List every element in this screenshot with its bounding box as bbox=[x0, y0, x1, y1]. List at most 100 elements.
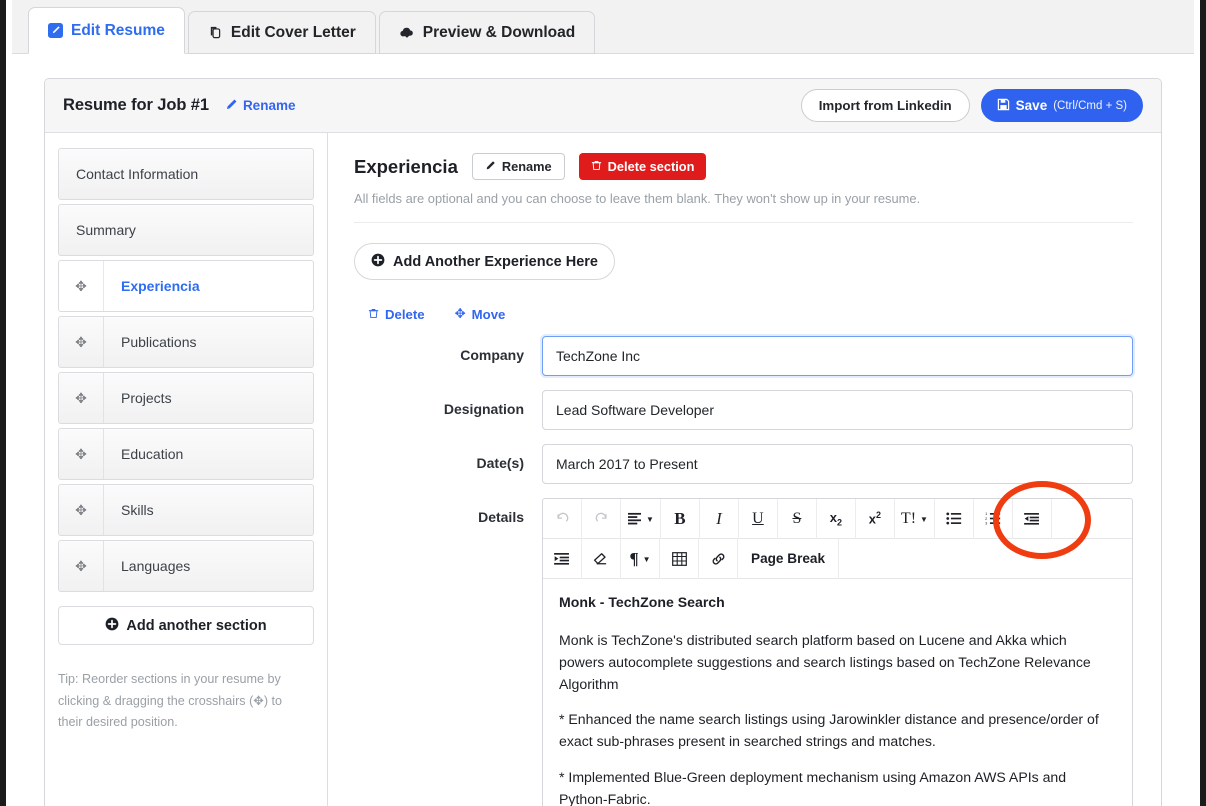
redo-button[interactable] bbox=[582, 498, 621, 539]
rename-section-button[interactable]: Rename bbox=[471, 153, 565, 180]
save-shortcut-hint: (Ctrl/Cmd + S) bbox=[1053, 99, 1127, 112]
drag-handle-icon[interactable]: ✥ bbox=[59, 429, 104, 479]
drag-handle-icon[interactable]: ✥ bbox=[59, 373, 104, 423]
chevron-down-icon: ▼ bbox=[646, 515, 654, 524]
pencil-icon bbox=[225, 98, 238, 114]
sidebar-item-education[interactable]: ✥ Education bbox=[58, 428, 314, 480]
chevron-down-icon: ▼ bbox=[920, 515, 928, 524]
drag-handle-icon[interactable]: ✥ bbox=[59, 541, 104, 591]
editor-paragraph: Monk - TechZone Search bbox=[559, 594, 725, 610]
editor-content[interactable]: Monk - TechZone Search Monk is TechZone'… bbox=[543, 579, 1132, 806]
section-editor-panel: Experiencia Rename Delete section All fi… bbox=[328, 133, 1161, 806]
insert-link-button[interactable] bbox=[699, 538, 738, 579]
drag-handle-icon[interactable]: ✥ bbox=[59, 261, 104, 311]
tab-edit-cover-letter[interactable]: Edit Cover Letter bbox=[187, 11, 376, 54]
sidebar-item-label: Contact Information bbox=[76, 166, 199, 182]
rename-resume-button[interactable]: Rename bbox=[225, 98, 296, 114]
editor-toolbar-row-1: ▼ B I U S x2 x2 T! ▼ 1 2 3 bbox=[543, 498, 1132, 539]
designation-input[interactable] bbox=[542, 390, 1133, 430]
tab-label: Edit Resume bbox=[71, 21, 165, 39]
strikethrough-button[interactable]: S bbox=[778, 498, 817, 539]
eraser-icon[interactable] bbox=[582, 538, 621, 579]
move-crosshair-icon: ✥ bbox=[454, 306, 466, 321]
editor-paragraph: Monk is TechZone's distributed search pl… bbox=[559, 631, 1091, 692]
superscript-button[interactable]: x2 bbox=[856, 498, 895, 539]
designation-label: Designation bbox=[443, 401, 524, 417]
move-entry-label: Move bbox=[471, 306, 506, 322]
sidebar-item-label: Projects bbox=[121, 390, 172, 406]
move-entry-button[interactable]: ✥ Move bbox=[455, 306, 506, 322]
header-actions: Import from Linkedin Save (Ctrl/Cmd + S) bbox=[800, 89, 1143, 122]
dates-input[interactable] bbox=[542, 444, 1133, 484]
paragraph-dropdown[interactable]: ¶ ▼ bbox=[621, 538, 660, 579]
add-another-section-button[interactable]: Add another section bbox=[58, 606, 314, 645]
sidebar-item-label: Experiencia bbox=[121, 278, 200, 294]
chevron-down-icon: ▼ bbox=[642, 555, 651, 564]
delete-section-button[interactable]: Delete section bbox=[578, 153, 707, 180]
import-from-linkedin-button[interactable]: Import from Linkedin bbox=[800, 89, 970, 122]
resume-editor-card: Resume for Job #1 Rename Import from Lin… bbox=[44, 78, 1162, 806]
save-button[interactable]: Save (Ctrl/Cmd + S) bbox=[980, 89, 1143, 122]
sidebar-item-contact-information[interactable]: Contact Information bbox=[58, 148, 314, 200]
sidebar-item-label: Skills bbox=[121, 502, 154, 518]
divider bbox=[354, 222, 1133, 223]
dates-label: Date(s) bbox=[476, 455, 524, 471]
details-label: Details bbox=[478, 509, 524, 525]
tab-strip: Edit Resume Edit Cover Letter Preview & … bbox=[12, 0, 1194, 54]
tab-list: Edit Resume Edit Cover Letter Preview & … bbox=[28, 7, 598, 54]
drag-handle-icon[interactable]: ✥ bbox=[59, 485, 104, 535]
sidebar-item-label: Education bbox=[121, 446, 184, 462]
browser-frame: Edit Resume Edit Cover Letter Preview & … bbox=[0, 0, 1206, 806]
sidebar-item-summary[interactable]: Summary bbox=[58, 204, 314, 256]
delete-section-label: Delete section bbox=[607, 159, 695, 174]
add-another-section-label: Add another section bbox=[126, 617, 267, 634]
tab-edit-resume[interactable]: Edit Resume bbox=[28, 7, 185, 54]
italic-button[interactable]: I bbox=[700, 498, 739, 539]
outdent-button[interactable] bbox=[1013, 498, 1052, 539]
sidebar-item-label: Summary bbox=[76, 222, 136, 238]
rename-resume-label: Rename bbox=[242, 98, 296, 113]
sidebar-item-languages[interactable]: ✥ Languages bbox=[58, 540, 314, 592]
section-note: All fields are optional and you can choo… bbox=[354, 191, 921, 206]
bullet-list-button[interactable] bbox=[935, 498, 974, 539]
numbered-list-button[interactable]: 123 bbox=[974, 498, 1013, 539]
sidebar-item-experiencia[interactable]: ✥ Experiencia bbox=[58, 260, 314, 312]
delete-entry-label: Delete bbox=[385, 306, 425, 322]
details-field-row: Details ▼ B I U S x2 x2 T! ▼ 1 2 3 ¶ ▼ P… bbox=[354, 498, 1133, 806]
undo-button[interactable] bbox=[543, 498, 582, 539]
add-another-experience-button[interactable]: Add Another Experience Here bbox=[354, 243, 615, 280]
drag-handle-icon[interactable]: ✥ bbox=[59, 317, 104, 367]
rename-section-label: Rename bbox=[501, 159, 552, 174]
editor-paragraph: * Implemented Blue-Green deployment mech… bbox=[559, 769, 1067, 806]
editor-paragraph: * Enhanced the name search listings usin… bbox=[559, 711, 1099, 750]
delete-entry-button[interactable]: Delete bbox=[368, 307, 425, 322]
sidebar-item-label: Languages bbox=[121, 558, 191, 574]
align-dropdown[interactable]: ▼ bbox=[621, 498, 661, 539]
sidebar-item-publications[interactable]: ✥ Publications bbox=[58, 316, 314, 368]
plus-circle-icon bbox=[371, 253, 385, 271]
page-break-button[interactable]: Page Break bbox=[738, 538, 840, 579]
tab-preview-download[interactable]: Preview & Download bbox=[378, 11, 596, 54]
company-input[interactable] bbox=[542, 336, 1133, 376]
svg-text:3: 3 bbox=[985, 520, 987, 525]
indent-button[interactable] bbox=[543, 538, 582, 579]
reorder-tip: Tip: Reorder sections in your resume by … bbox=[58, 672, 283, 730]
subscript-button[interactable]: x2 bbox=[817, 498, 856, 539]
text-size-dropdown[interactable]: T! ▼ bbox=[895, 498, 935, 539]
sidebar-item-projects[interactable]: ✥ Projects bbox=[58, 372, 314, 424]
trash-icon bbox=[591, 159, 602, 174]
editor-body: Contact Information Summary ✥ Experienci… bbox=[45, 133, 1161, 806]
underline-button[interactable]: U bbox=[739, 498, 778, 539]
editor-toolbar-row-2: ¶ ▼ Page Break bbox=[543, 538, 1132, 579]
pencil-icon bbox=[485, 159, 496, 174]
tab-label: Edit Cover Letter bbox=[230, 23, 356, 41]
experience-entry-actions: Delete ✥ Move bbox=[354, 306, 1133, 322]
save-disk-icon bbox=[997, 98, 1010, 114]
bold-button[interactable]: B bbox=[661, 498, 700, 539]
sidebar-item-label: Publications bbox=[121, 334, 197, 350]
sidebar-item-skills[interactable]: ✥ Skills bbox=[58, 484, 314, 536]
save-label: Save bbox=[1015, 98, 1048, 113]
insert-table-button[interactable] bbox=[660, 538, 699, 579]
cloud-download-icon bbox=[399, 25, 415, 40]
company-field-row: Company bbox=[354, 336, 1133, 376]
